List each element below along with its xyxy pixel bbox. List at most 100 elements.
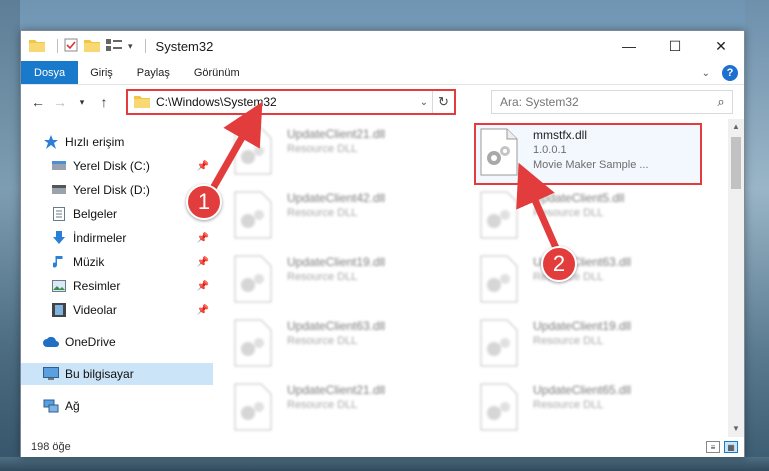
file-explorer-window: ▾ System32 — ☐ ✕ Dosya Giriş Paylaş Görü… — [20, 30, 745, 457]
file-item[interactable]: UpdateClient65.dll Resource DLL — [479, 383, 709, 437]
file-name: UpdateClient21.dll — [287, 127, 386, 141]
file-item[interactable]: UpdateClient21.dll Resource DLL — [233, 383, 463, 437]
tiles-view-icon[interactable]: ▦ — [724, 441, 738, 453]
up-button[interactable]: ↑ — [93, 94, 115, 110]
nav-item-label: Müzik — [73, 255, 105, 269]
dll-file-icon — [233, 191, 279, 241]
file-name: UpdateClient19.dll — [287, 255, 386, 269]
expand-ribbon-icon[interactable]: ⌄ — [702, 68, 710, 79]
nav-item-local-disk-d[interactable]: Yerel Disk (D:) 📌 — [21, 179, 213, 201]
item-count: 198 öğe — [31, 441, 71, 453]
file-description: Resource DLL — [287, 207, 358, 219]
dll-file-icon — [233, 255, 279, 305]
recent-locations-button[interactable]: ▾ — [71, 97, 93, 108]
file-item[interactable]: UpdateClient5.dll Resource DLL — [479, 191, 709, 249]
nav-item-label: OneDrive — [65, 335, 116, 349]
nav-item-this-pc[interactable]: Bu bilgisayar — [21, 363, 213, 385]
maximize-button[interactable]: ☐ — [652, 31, 698, 61]
callout-1: 1 — [186, 184, 222, 220]
view-options-icon[interactable] — [106, 38, 122, 55]
refresh-button[interactable]: ↻ — [432, 91, 454, 113]
dll-file-icon — [233, 319, 279, 369]
dll-file-icon — [479, 128, 525, 178]
nav-item-onedrive[interactable]: OneDrive — [21, 331, 213, 353]
search-box[interactable]: ⌕ — [491, 90, 733, 114]
nav-item-music[interactable]: Müzik 📌 — [21, 251, 213, 273]
file-name: UpdateClient42.dll — [287, 191, 386, 205]
details-view-icon[interactable]: ≡ — [706, 441, 720, 453]
dll-file-icon — [233, 127, 279, 177]
folder-icon[interactable] — [29, 38, 45, 55]
tab-paylas[interactable]: Paylaş — [125, 61, 182, 84]
back-button[interactable]: ← — [27, 94, 49, 110]
dll-file-icon — [233, 383, 279, 433]
properties-icon[interactable] — [64, 38, 78, 55]
ribbon-right: ⌄ ? — [702, 61, 738, 85]
navigation-pane: Hızlı erişim Yerel Disk (C:) 📌 Yerel Dis… — [21, 119, 213, 437]
network-icon — [43, 398, 59, 414]
nav-item-label: Hızlı erişim — [65, 135, 125, 149]
file-item-mmstfx[interactable]: mmstfx.dll 1.0.0.1 Movie Maker Sample ... — [474, 123, 702, 185]
new-folder-icon[interactable] — [84, 38, 100, 55]
file-description: Resource DLL — [533, 207, 604, 219]
forward-button[interactable]: → — [49, 94, 71, 110]
music-icon — [51, 254, 67, 270]
address-row: ← → ▾ ↑ C:\Windows\System32 ⌄ ↻ ⌕ — [21, 87, 744, 117]
cloud-icon — [43, 334, 59, 350]
file-list: UpdateClient21.dll Resource DLL mmstfx.dl… — [217, 119, 729, 437]
toolbar-separator — [144, 39, 146, 53]
desktop-background-bottom — [0, 457, 769, 471]
desktop-background-left — [0, 0, 20, 471]
file-item[interactable]: UpdateClient42.dll Resource DLL — [233, 191, 463, 249]
file-version: 1.0.0.1 — [533, 144, 567, 156]
nav-item-downloads[interactable]: İndirmeler 📌 — [21, 227, 213, 249]
nav-item-documents[interactable]: Belgeler 📌 — [21, 203, 213, 225]
file-name: UpdateClient19.dll — [533, 319, 632, 333]
minimize-button[interactable]: — — [606, 31, 652, 61]
nav-item-label: Videolar — [73, 303, 117, 317]
desktop-background-right — [745, 0, 769, 471]
nav-item-pictures[interactable]: Resimler 📌 — [21, 275, 213, 297]
tab-dosya[interactable]: Dosya — [21, 61, 79, 84]
videos-icon — [51, 302, 67, 318]
nav-item-videos[interactable]: Videolar 📌 — [21, 299, 213, 321]
vertical-scrollbar[interactable]: ▲ ▼ — [728, 119, 744, 437]
address-bar[interactable]: C:\Windows\System32 ⌄ ↻ — [126, 89, 456, 115]
search-icon[interactable]: ⌕ — [710, 94, 732, 110]
nav-item-label: Ağ — [65, 399, 80, 413]
pin-icon[interactable]: 📌 — [197, 257, 209, 268]
nav-item-network[interactable]: Ağ — [21, 395, 213, 417]
pin-icon[interactable]: 📌 — [197, 305, 209, 316]
nav-item-label: İndirmeler — [73, 231, 127, 245]
search-input[interactable] — [500, 95, 710, 109]
chevron-down-icon[interactable]: ⌄ — [416, 97, 432, 108]
nav-item-quick-access[interactable]: Hızlı erişim — [21, 131, 213, 153]
dll-file-icon — [479, 319, 525, 369]
file-description: Movie Maker Sample ... — [533, 159, 649, 171]
pin-icon[interactable]: 📌 — [197, 281, 209, 292]
tab-gorunum[interactable]: Görünüm — [182, 61, 252, 84]
pin-icon[interactable]: 📌 — [197, 161, 209, 172]
download-icon — [51, 230, 67, 246]
file-item[interactable]: UpdateClient63.dllResource DLL — [479, 255, 709, 313]
nav-item-label: Bu bilgisayar — [65, 367, 134, 381]
file-item[interactable]: UpdateClient63.dllResource DLL — [233, 319, 463, 377]
address-path[interactable]: C:\Windows\System32 — [156, 95, 416, 109]
file-description: Resource DLL — [533, 399, 604, 411]
scroll-down-icon[interactable]: ▼ — [728, 421, 744, 437]
file-item[interactable]: UpdateClient19.dll Resource DLL — [233, 255, 463, 313]
window-title: System32 — [155, 38, 214, 54]
file-name: UpdateClient21.dll — [287, 383, 386, 397]
file-item[interactable]: UpdateClient19.dll Resource DLL — [479, 319, 709, 377]
help-button[interactable]: ? — [722, 65, 738, 81]
view-toggle: ≡ ▦ — [702, 441, 738, 453]
tab-giris[interactable]: Giriş — [78, 61, 125, 84]
customize-toolbar-icon[interactable]: ▾ — [128, 41, 133, 52]
file-item[interactable]: UpdateClient21.dll Resource DLL — [233, 127, 463, 185]
nav-item-local-disk-c[interactable]: Yerel Disk (C:) 📌 — [21, 155, 213, 177]
scroll-up-icon[interactable]: ▲ — [728, 119, 744, 135]
pin-icon[interactable]: 📌 — [197, 233, 209, 244]
close-button[interactable]: ✕ — [698, 31, 744, 61]
drive-icon — [51, 182, 67, 198]
scroll-thumb[interactable] — [731, 137, 741, 189]
